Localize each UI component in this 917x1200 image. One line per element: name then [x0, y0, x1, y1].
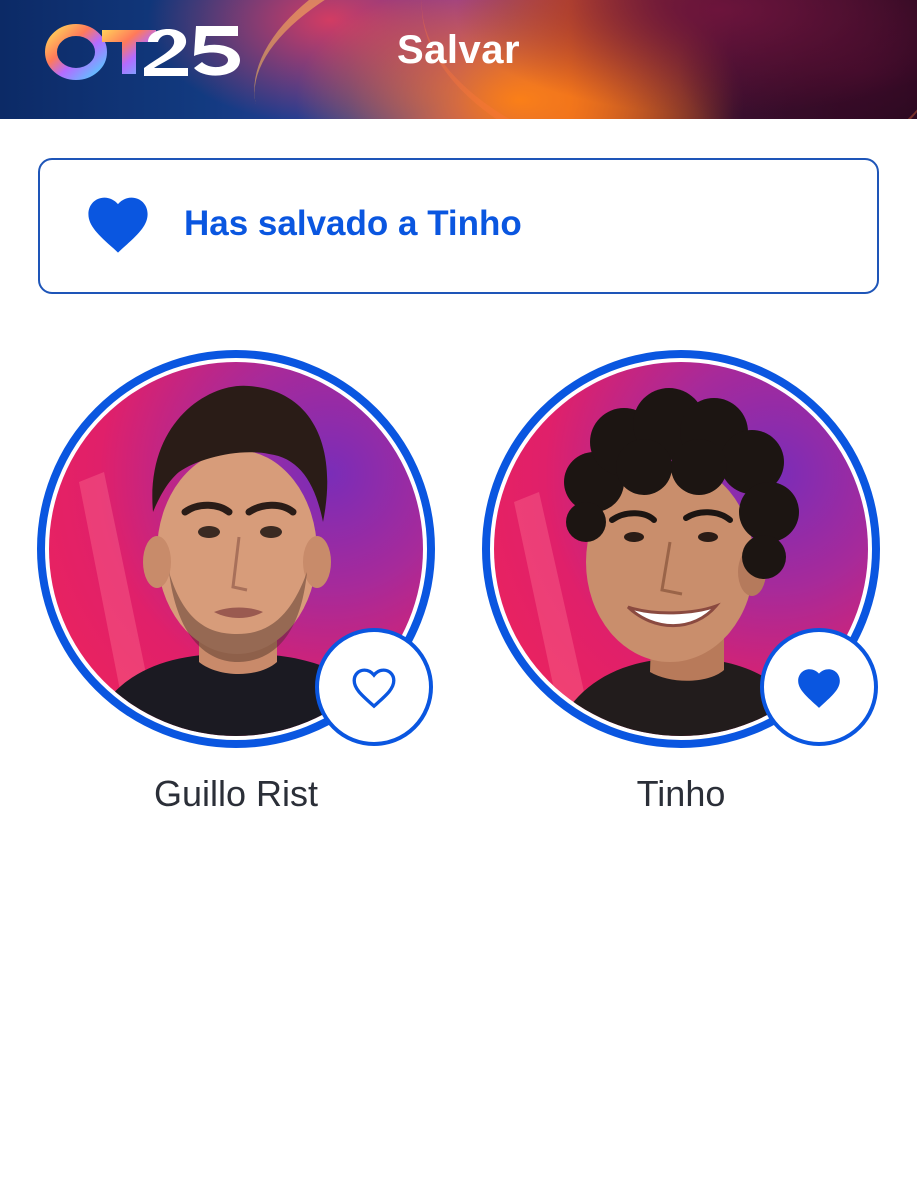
- saved-confirmation-banner: Has salvado a Tinho: [38, 158, 879, 294]
- contestant-name: Guillo Rist: [153, 773, 319, 814]
- contestant-card-tinho: Tinho: [482, 350, 882, 820]
- heart-filled-icon: [798, 669, 840, 708]
- heart-outline-icon: [352, 668, 396, 709]
- save-contestant-button[interactable]: [760, 628, 878, 746]
- page-title: Salvar: [396, 28, 521, 72]
- heart-filled-icon: [88, 197, 148, 253]
- contestant-card-guillo-rist: Guillo Rist: [37, 350, 437, 820]
- save-contestant-button[interactable]: [315, 628, 433, 746]
- app-header: Salvar: [0, 0, 917, 119]
- banner-message: Has salvado a Tinho: [184, 204, 522, 243]
- contestant-name: Tinho: [636, 773, 726, 814]
